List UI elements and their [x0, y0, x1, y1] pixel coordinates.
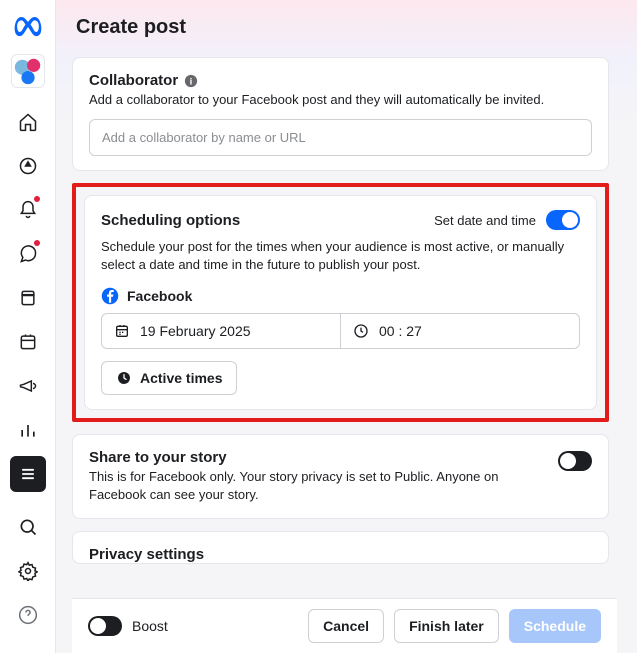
schedule-button[interactable]: Schedule — [509, 609, 601, 643]
scheduling-toggle[interactable] — [546, 210, 580, 230]
insights-icon[interactable] — [10, 412, 46, 448]
settings-icon[interactable] — [10, 553, 46, 589]
menu-icon[interactable] — [10, 456, 46, 492]
active-times-button[interactable]: Active times — [101, 361, 237, 395]
form-scroll[interactable]: Collaborator i Add a collaborator to you… — [72, 57, 617, 598]
scheduling-card: Scheduling options Set date and time Sch… — [84, 195, 597, 409]
collaborator-desc: Add a collaborator to your Facebook post… — [89, 91, 592, 109]
scheduling-highlight: Scheduling options Set date and time Sch… — [72, 183, 609, 421]
collaborator-card: Collaborator i Add a collaborator to you… — [72, 57, 609, 171]
story-desc: This is for Facebook only. Your story pr… — [89, 468, 558, 504]
datetime-row: 19 February 2025 00 : 27 — [101, 313, 580, 349]
target-icon[interactable] — [10, 148, 46, 184]
help-icon[interactable] — [10, 597, 46, 633]
clock-small-icon — [353, 323, 369, 339]
home-icon[interactable] — [10, 104, 46, 140]
story-toggle[interactable] — [558, 451, 592, 471]
boost-label: Boost — [132, 618, 168, 634]
boost-toggle[interactable] — [88, 616, 122, 636]
clock-filled-icon — [116, 370, 132, 386]
collaborator-title: Collaborator — [89, 72, 178, 89]
file-icon[interactable] — [10, 280, 46, 316]
megaphone-icon[interactable] — [10, 368, 46, 404]
chat-icon[interactable] — [10, 236, 46, 272]
facebook-icon — [101, 287, 119, 305]
story-title: Share to your story — [89, 449, 558, 466]
finish-later-button[interactable]: Finish later — [394, 609, 499, 643]
footer-bar: Boost Cancel Finish later Schedule — [72, 598, 617, 653]
date-picker[interactable]: 19 February 2025 — [102, 314, 340, 348]
info-icon[interactable]: i — [184, 74, 198, 88]
privacy-title: Privacy settings — [89, 546, 592, 563]
scheduling-title: Scheduling options — [101, 212, 240, 229]
scheduling-toggle-label: Set date and time — [434, 213, 536, 228]
scheduling-desc: Schedule your post for the times when yo… — [101, 238, 580, 274]
main-content: Create post Collaborator i Add a collabo… — [56, 0, 637, 653]
story-card: Share to your story This is for Facebook… — [72, 434, 609, 519]
notifications-icon[interactable] — [10, 192, 46, 228]
svg-text:i: i — [190, 76, 193, 87]
date-value: 19 February 2025 — [140, 323, 251, 339]
left-sidebar — [0, 0, 56, 653]
calendar-icon[interactable] — [10, 324, 46, 360]
page-title: Create post — [76, 16, 617, 39]
active-times-label: Active times — [140, 370, 222, 386]
cancel-button[interactable]: Cancel — [308, 609, 384, 643]
time-picker[interactable]: 00 : 27 — [340, 314, 579, 348]
privacy-card: Privacy settings — [72, 531, 609, 564]
time-value: 00 : 27 — [379, 323, 422, 339]
account-avatar[interactable] — [11, 54, 45, 88]
meta-logo-icon — [13, 12, 43, 42]
collaborator-input[interactable] — [89, 119, 592, 156]
search-icon[interactable] — [10, 509, 46, 545]
platform-label: Facebook — [127, 288, 192, 304]
calendar-small-icon — [114, 323, 130, 339]
